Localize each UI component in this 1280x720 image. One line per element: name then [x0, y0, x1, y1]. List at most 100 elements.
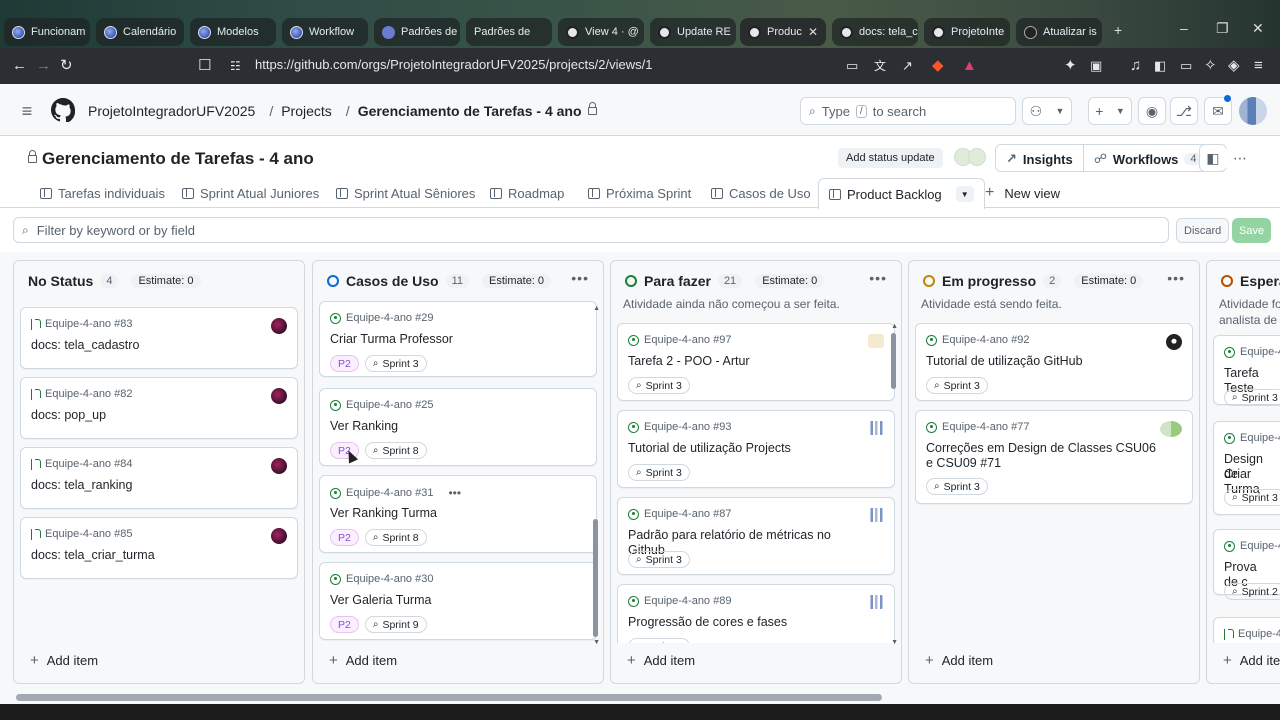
card-meta-label[interactable]: Equipe-4-ano #82 [45, 388, 132, 400]
sidebar-icon[interactable]: ◧ [1154, 56, 1166, 76]
browser-tab[interactable]: Padrões de [466, 18, 552, 46]
card-meta-label[interactable]: Equipe-4 [1240, 432, 1280, 444]
view-tab[interactable]: Roadmap [490, 178, 564, 208]
new-view-button[interactable]: + New view [985, 178, 1060, 208]
hamburger-icon[interactable]: ≡ [14, 98, 40, 124]
card-meta-label[interactable]: Equipe-4-ano #31 [346, 487, 433, 499]
url-text[interactable]: https://github.com/orgs/ProjetoIntegrado… [255, 57, 652, 72]
triangle-down-icon[interactable]: ▼ [955, 186, 974, 202]
board-card[interactable]: Equipe-4 Tarefa Teste ⌕ Sprint 3 [1213, 335, 1280, 406]
browser-tab[interactable]: ProjetoInte [924, 18, 1010, 46]
card-meta-label[interactable]: Equipe-4-ano #93 [644, 421, 731, 433]
wallet-icon[interactable]: ▭ [1180, 56, 1192, 76]
brave-shield-icon[interactable]: ◆ [932, 56, 944, 76]
board-card[interactable]: Equipe-4-ano #97 Tarefa 2 - POO - Artur ⌕ S… [617, 323, 895, 401]
board-card[interactable]: Equipe-4-ano #87 Padrão para relatório de… [617, 497, 895, 575]
card-meta-label[interactable]: Equipe-4-ano #87 [644, 508, 731, 520]
board-card[interactable]: Equipe-4-ano #93 Tutorial de utilização P… [617, 410, 895, 488]
card-meta-label[interactable]: Equipe-4-ano #84 [45, 458, 132, 470]
view-tab[interactable]: Sprint Atual Sêniores [336, 178, 475, 208]
view-tab[interactable]: Product Backlog ▼ [818, 178, 985, 209]
horizontal-scrollbar[interactable] [0, 690, 1280, 704]
board-card[interactable]: Equipe-4-ano #30 Ver Galeria Turma P2 ⌕ Spri… [319, 562, 597, 640]
discard-button[interactable]: Discard [1176, 218, 1230, 243]
bookmark-icon[interactable]: ☐ [198, 56, 211, 76]
view-tab[interactable]: Tarefas individuais [40, 178, 165, 208]
card-title[interactable]: Criar Turma Professor [330, 332, 566, 347]
project-menu-button[interactable]: ⋯ [1226, 144, 1254, 172]
workflows-button[interactable]: ☍ Workflows 4 [1082, 145, 1213, 171]
priority-tag[interactable]: P2 [330, 529, 359, 546]
add-item-button[interactable]: + Add item [329, 652, 397, 669]
vertical-scrollbar[interactable] [891, 333, 896, 389]
browser-tab[interactable]: Calendário [96, 18, 184, 46]
board-card[interactable]: Equipe-4-ano #89 Progressão de cores e fa… [617, 584, 895, 643]
priority-tag[interactable]: P2 [330, 616, 359, 633]
iteration-tag[interactable]: ⌕Sprint 3 [628, 377, 690, 394]
new-tab-button[interactable]: + [1114, 22, 1122, 38]
add-item-button[interactable]: + Add ite [1223, 652, 1280, 669]
card-title[interactable]: docs: tela_ranking [31, 478, 267, 493]
card-meta-label[interactable]: Equipe-4 [1240, 540, 1280, 552]
search-input[interactable]: ⌕ Type / to search [800, 97, 1016, 125]
card-title[interactable]: docs: tela_criar_turma [31, 548, 267, 563]
iteration-tag[interactable]: ⌕ Sprint 2 [1224, 583, 1280, 600]
add-item-button[interactable]: + Add item [627, 652, 695, 669]
collaborator-avatars[interactable] [954, 148, 990, 166]
card-title[interactable]: Progressão de cores e fases [628, 615, 864, 630]
browser-tab[interactable]: Atualizar is [1016, 18, 1102, 46]
browser-tab[interactable]: Modelos [190, 18, 276, 46]
card-meta-label[interactable]: Equipe-4-ano #83 [45, 318, 132, 330]
github-logo-icon[interactable] [51, 98, 75, 122]
forward-icon[interactable]: → [36, 56, 51, 76]
card-title[interactable]: Ver Ranking Turma [330, 506, 566, 521]
scroll-up-icon[interactable]: ▲ [891, 323, 898, 330]
view-tab[interactable]: Próxima Sprint [588, 178, 691, 208]
add-status-update-button[interactable]: Add status update [838, 148, 943, 168]
card-title[interactable]: docs: pop_up [31, 408, 267, 423]
card-title[interactable]: docs: tela_cadastro [31, 338, 267, 353]
card-meta-label[interactable]: Equipe-4-ano #25 [346, 399, 433, 411]
iteration-tag[interactable]: ⌕ Sprint 8 [364, 529, 427, 546]
board-card[interactable]: Equipe-4 [1213, 617, 1280, 643]
browser-tab[interactable]: Update RE [650, 18, 736, 46]
browser-tab[interactable]: Produc ✕ [740, 18, 826, 46]
card-title[interactable]: Ver Ranking [330, 419, 566, 434]
board-card[interactable]: Equipe-4-ano #83 docs: tela_cadastro [20, 307, 298, 369]
board-card[interactable]: Equipe-4-ano #31 ••• Ver Ranking Turma P2 ⌕ S… [319, 475, 597, 553]
card-meta-label[interactable]: Equipe-4-ano #30 [346, 573, 433, 585]
create-new-button[interactable]: + ▼ [1088, 97, 1132, 125]
close-icon[interactable]: ✕ [808, 25, 818, 39]
board-card[interactable]: Equipe-4-ano #77 Correções em Design de C… [915, 410, 1193, 504]
board-card[interactable]: Equipe-4-ano #84 docs: tela_ranking [20, 447, 298, 509]
issues-button[interactable]: ◉ [1138, 97, 1166, 125]
scroll-down-icon[interactable]: ▼ [891, 639, 898, 646]
kebab-horizontal-icon[interactable]: ••• [448, 486, 461, 500]
card-title[interactable]: Tutorial de utilização Projects [628, 441, 864, 456]
iteration-tag[interactable]: ⌕Sprint 3 [1224, 389, 1280, 406]
browser-tab[interactable]: Funcionam [4, 18, 90, 46]
share-icon[interactable]: ↗ [902, 56, 913, 76]
scrollbar-thumb[interactable] [16, 694, 882, 701]
screenshot-icon[interactable]: ▣ [1090, 56, 1102, 76]
board-card[interactable]: Equipe-4-ano #29 Criar Turma Professor P2 ⌕… [319, 301, 597, 377]
board-card[interactable]: Equipe-4-ano #92 Tutorial de utilização G… [915, 323, 1193, 401]
iteration-tag[interactable]: ⌕ Sprint 9 [364, 616, 427, 633]
filter-input[interactable]: ⌕ Filter by keyword or by field [13, 217, 1169, 243]
board-card[interactable]: Equipe-4-ano #85 docs: tela_criar_turma [20, 517, 298, 579]
board-card[interactable]: Equipe-4-ano #82 docs: pop_up [20, 377, 298, 439]
menu-icon[interactable]: ≡ [1254, 56, 1263, 76]
breadcrumb-org[interactable]: ProjetoIntegradorUFV2025 [88, 103, 255, 119]
board-card[interactable]: Equipe-4 Design de Criar Turma ⌕ Sprint 3 [1213, 421, 1280, 515]
iteration-tag[interactable]: ⌕Sprint 3 [364, 355, 427, 372]
restore-icon[interactable]: ❐ [1216, 20, 1229, 37]
card-meta-label[interactable]: Equipe-4-ano #97 [644, 334, 731, 346]
breadcrumb-current[interactable]: Gerenciamento de Tarefas - 4 ano [358, 103, 582, 119]
music-icon[interactable]: ♫ [1130, 56, 1141, 76]
extensions-icon[interactable]: ✦ [1064, 56, 1077, 76]
site-info-icon[interactable]: ☷ [230, 56, 241, 76]
view-tab[interactable]: Casos de Uso [711, 178, 811, 208]
save-button[interactable]: Save [1232, 218, 1272, 243]
pull-requests-button[interactable]: ⎇ [1170, 97, 1198, 125]
scroll-down-icon[interactable]: ▼ [593, 639, 600, 646]
